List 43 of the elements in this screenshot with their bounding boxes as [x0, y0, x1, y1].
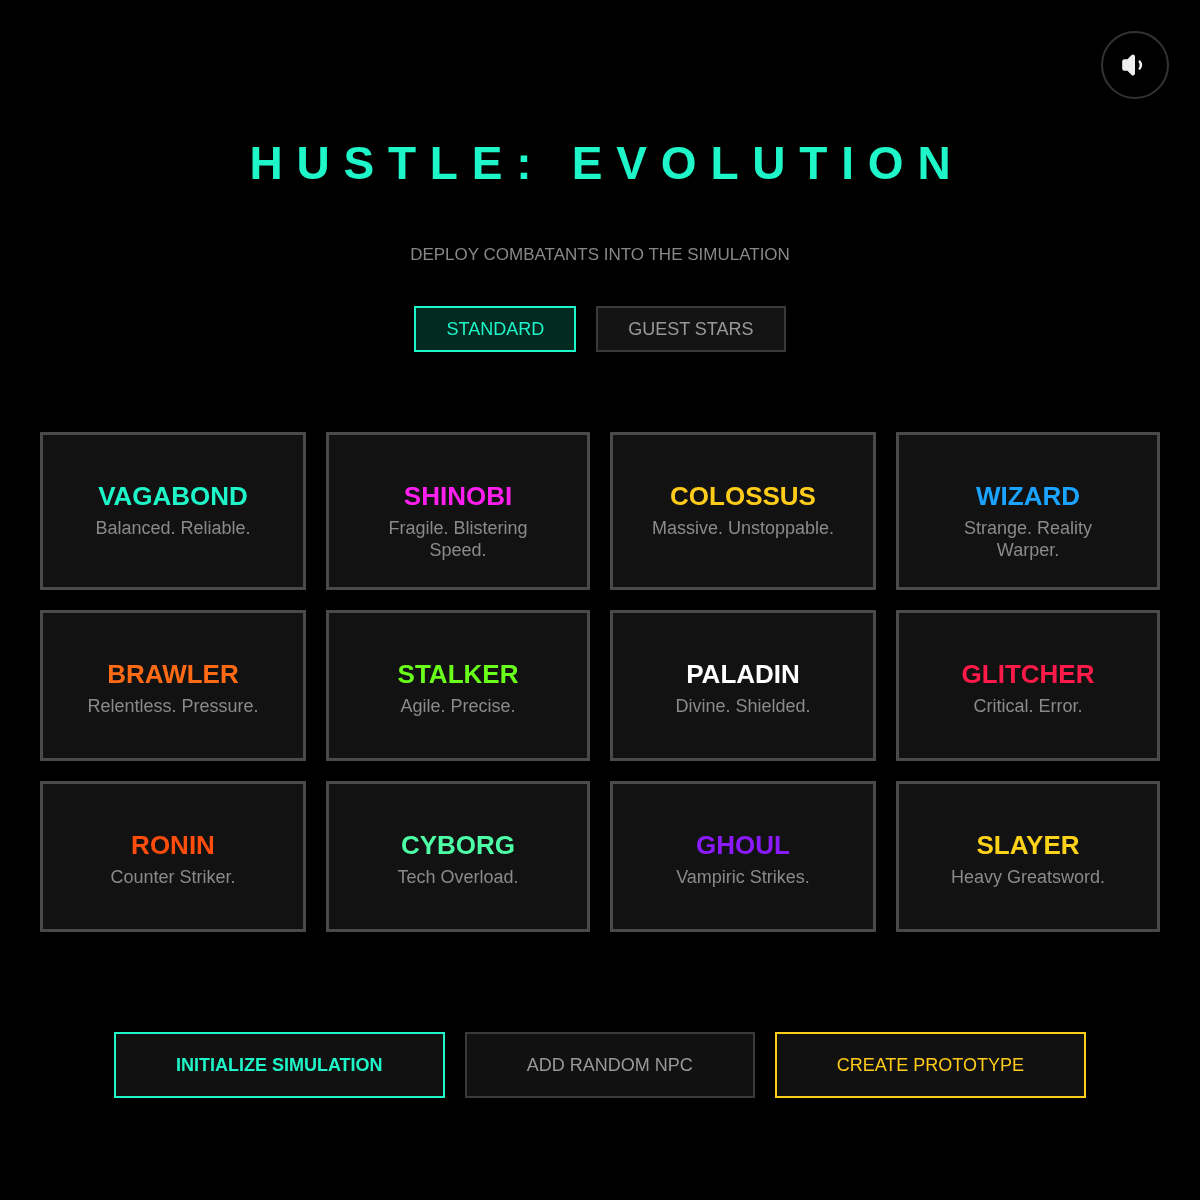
action-button[interactable]: CREATE PROTOTYPE — [774, 1032, 1086, 1098]
character-name: PALADIN — [686, 659, 800, 689]
character-card[interactable]: PALADIN Divine. Shielded. — [610, 610, 876, 761]
character-card[interactable]: WIZARD Strange. Reality Warper. — [896, 432, 1160, 590]
page-title: HUSTLE: EVOLUTION — [249, 138, 965, 188]
tab[interactable]: GUEST STARS — [596, 306, 786, 352]
subtitle: DEPLOY COMBATANTS INTO THE SIMULATION — [410, 245, 790, 265]
character-description: Counter Striker. — [110, 866, 236, 888]
character-description: Heavy Greatsword. — [950, 866, 1106, 888]
character-name: BRAWLER — [107, 659, 239, 689]
character-description: Tech Overload. — [397, 866, 519, 888]
character-card[interactable]: STALKER Agile. Precise. — [326, 610, 590, 761]
character-name: GHOUL — [696, 830, 790, 860]
character-description: Vampiric Strikes. — [676, 866, 810, 888]
character-card[interactable]: COLOSSUS Massive. Unstoppable. — [610, 432, 876, 590]
action-button[interactable]: ADD RANDOM NPC — [464, 1032, 755, 1098]
character-name: WIZARD — [976, 481, 1080, 511]
character-description: Strange. Reality Warper. — [962, 517, 1094, 561]
character-card[interactable]: GHOUL Vampiric Strikes. — [610, 781, 876, 932]
character-description: Divine. Shielded. — [675, 695, 811, 717]
character-name: SLAYER — [976, 830, 1080, 860]
character-name: STALKER — [397, 659, 519, 689]
character-card[interactable]: CYBORG Tech Overload. — [326, 781, 590, 932]
character-card[interactable]: SHINOBI Fragile. Blistering Speed. — [326, 432, 590, 590]
character-card[interactable]: VAGABOND Balanced. Reliable. — [40, 432, 306, 590]
character-description: Agile. Precise. — [400, 695, 516, 717]
character-name: GLITCHER — [961, 659, 1095, 689]
character-description: Critical. Error. — [973, 695, 1083, 717]
character-name: SHINOBI — [403, 481, 513, 511]
character-name: RONIN — [131, 830, 215, 860]
tab[interactable]: STANDARD — [414, 306, 577, 352]
character-name: CYBORG — [400, 830, 516, 860]
character-card[interactable]: GLITCHER Critical. Error. — [896, 610, 1160, 761]
character-description: Massive. Unstoppable. — [651, 517, 835, 539]
character-name: VAGABOND — [98, 481, 248, 511]
action-button[interactable]: INITIALIZE SIMULATION — [113, 1032, 445, 1098]
character-name: COLOSSUS — [670, 481, 816, 511]
character-description: Relentless. Pressure. — [87, 695, 259, 717]
character-description: Fragile. Blistering Speed. — [387, 517, 529, 561]
character-card[interactable]: BRAWLER Relentless. Pressure. — [40, 610, 306, 761]
character-card[interactable]: SLAYER Heavy Greatsword. — [896, 781, 1160, 932]
character-card[interactable]: RONIN Counter Striker. — [40, 781, 306, 932]
character-description: Balanced. Reliable. — [95, 517, 251, 539]
